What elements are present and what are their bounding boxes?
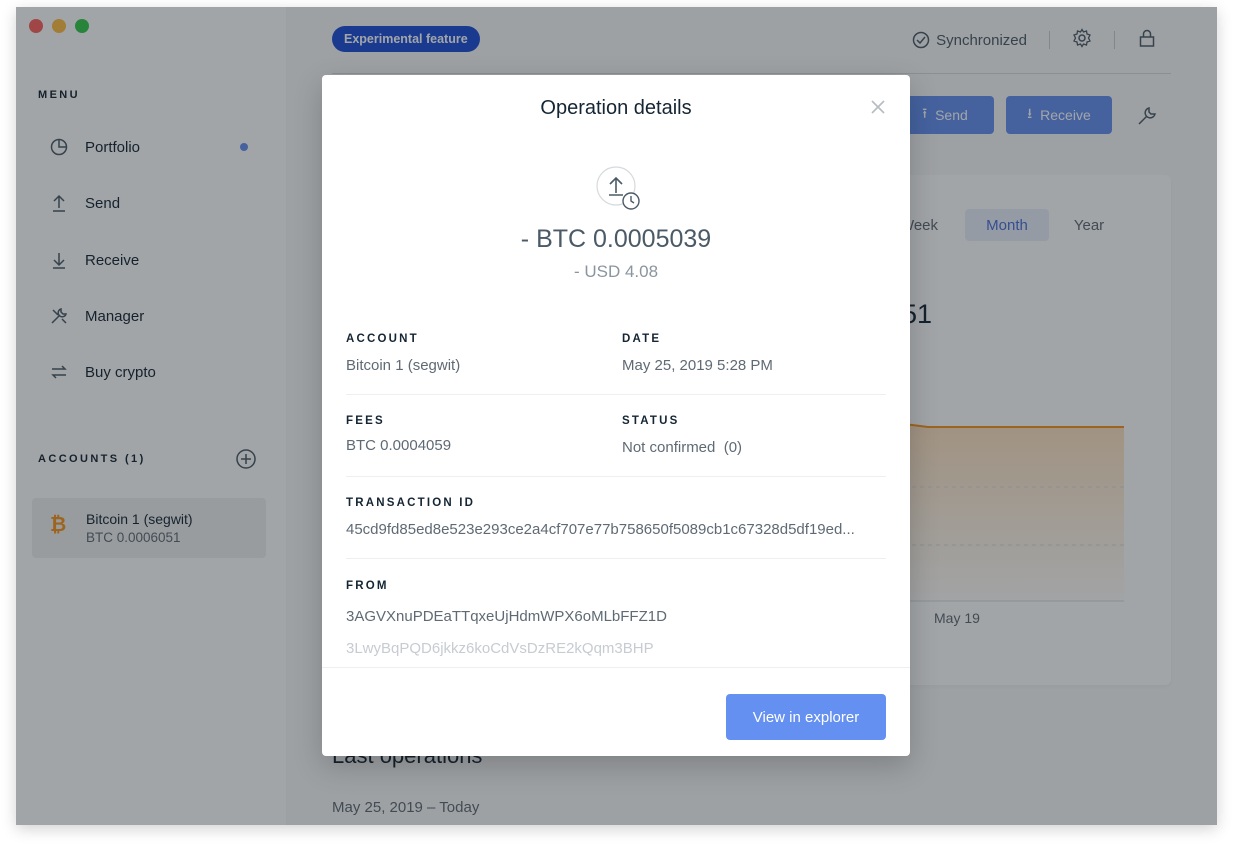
operation-details-modal: Operation details - BTC 0.0005039 - USD … [322, 75, 910, 756]
transaction-id-label: TRANSACTION ID [346, 497, 476, 509]
field-divider [346, 558, 886, 559]
upload-pending-icon [595, 165, 640, 210]
operation-amount: - BTC 0.0005039 [520, 225, 712, 253]
modal-title: Operation details [540, 97, 692, 119]
date-label: DATE [622, 333, 662, 345]
fees-label: FEES [346, 415, 385, 427]
account-label: ACCOUNT [346, 333, 419, 345]
status-value: Not confirmed (0) [622, 439, 743, 456]
date-value: May 25, 2019 5:28 PM [622, 357, 773, 374]
transaction-id-value[interactable]: 45cd9fd85ed8e523e293ce2a4cf707e77b758650… [346, 521, 886, 538]
view-in-explorer-button[interactable]: View in explorer [726, 694, 886, 740]
operation-amount-fiat: - USD 4.08 [573, 262, 659, 281]
from-address[interactable]: 3AGVXnuPDEaTTqxeUjHdmWPX6oMLbFFZ1D [346, 608, 667, 625]
field-divider [346, 394, 886, 395]
from-address[interactable]: 3LwyBqPQD6jkkz6koCdVsDzRE2kQqm3BHP [346, 640, 654, 657]
app-window: MENU Portfolio Send Receive Manager Buy … [16, 7, 1217, 825]
close-icon[interactable] [870, 99, 886, 115]
account-value: Bitcoin 1 (segwit) [346, 357, 461, 374]
status-label: STATUS [622, 415, 680, 427]
fees-value: BTC 0.0004059 [346, 437, 452, 454]
modal-footer-divider [322, 667, 910, 668]
field-divider [346, 476, 886, 477]
from-label: FROM [346, 580, 389, 592]
